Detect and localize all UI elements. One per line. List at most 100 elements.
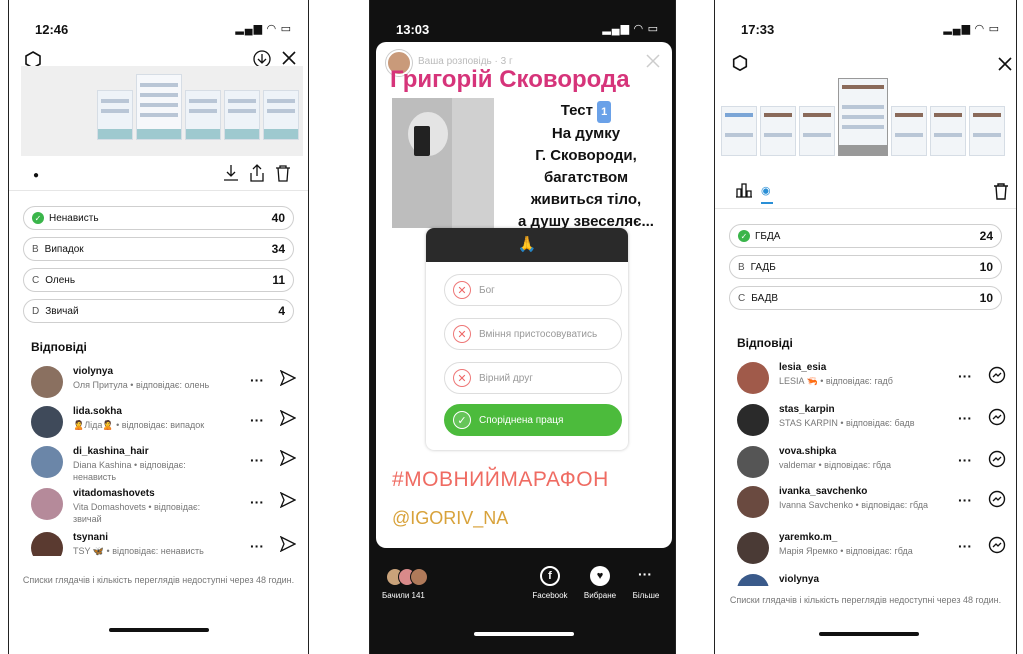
- story-thumbnail[interactable]: [760, 106, 796, 156]
- poll-option-c: C БАДВ 10: [729, 286, 1002, 310]
- response-username[interactable]: yaremko.m_: [779, 532, 837, 543]
- story-thumbnail-selected[interactable]: [136, 74, 182, 140]
- response-username[interactable]: vova.shipka: [779, 446, 836, 457]
- response-username[interactable]: ivanka_savchenko: [779, 486, 867, 497]
- avatar[interactable]: [737, 574, 769, 586]
- share-icon[interactable]: [249, 164, 265, 182]
- check-icon: ✓: [738, 230, 750, 242]
- story-thumbnail[interactable]: [891, 106, 927, 156]
- home-indicator[interactable]: [819, 632, 919, 636]
- more-icon[interactable]: ···: [958, 452, 972, 468]
- wrong-icon: ✕: [453, 369, 471, 387]
- more-icon[interactable]: ···: [638, 566, 652, 582]
- facebook-icon[interactable]: f: [540, 566, 560, 586]
- more-label[interactable]: Більше: [626, 591, 666, 600]
- mention-sticker[interactable]: @IGORIV_NA: [392, 508, 508, 529]
- story-thumbnail[interactable]: [930, 106, 966, 156]
- response-row[interactable]: lesia_esia LESIA 🦐 • відповідає: гадб ···: [729, 362, 1006, 408]
- story-thumbnail[interactable]: [97, 90, 133, 140]
- response-row[interactable]: yaremko.m_ Марія Яремко • відповідає: гбд…: [729, 532, 1006, 578]
- more-icon[interactable]: ···: [958, 410, 972, 426]
- avatar[interactable]: [31, 532, 63, 556]
- heart-icon[interactable]: ♥: [590, 566, 610, 586]
- messenger-icon[interactable]: [988, 490, 1006, 508]
- avatar[interactable]: [31, 366, 63, 398]
- more-icon[interactable]: ···: [250, 372, 264, 388]
- quiz-option[interactable]: ✕ Вміння пристосовуватись: [444, 318, 622, 350]
- more-icon[interactable]: ···: [250, 538, 264, 554]
- option-label: Олень: [45, 274, 76, 286]
- avatar[interactable]: [31, 406, 63, 438]
- response-row[interactable]: tsynani TSY 🦋 • відповідає: ненависть ···: [23, 532, 298, 556]
- story-thumbnail[interactable]: [721, 106, 757, 156]
- story-insights-panel-3: 17:33 ▂▄▆ ◠ ▭ ◉ ✓ ГБДА 24 B ГАДБ 10 C БАДВ 10 …: [714, 0, 1017, 654]
- story-thumbnail[interactable]: [799, 106, 835, 156]
- story-thumbnail[interactable]: [224, 90, 260, 140]
- response-username[interactable]: lida.sokha: [73, 406, 122, 417]
- response-username[interactable]: stas_karpin: [779, 404, 835, 415]
- response-row[interactable]: violynya: [729, 574, 1006, 586]
- response-username[interactable]: violynya: [779, 574, 819, 585]
- response-detail: Оля Притула • відповідає: олень: [73, 380, 210, 390]
- avatar[interactable]: [31, 446, 63, 478]
- messenger-icon[interactable]: [988, 366, 1006, 384]
- quiz-option[interactable]: ✕ Вірний друг: [444, 362, 622, 394]
- story-thumbnail-selected[interactable]: [838, 78, 888, 156]
- messenger-icon[interactable]: [988, 450, 1006, 468]
- eye-icon[interactable]: ◉: [761, 184, 771, 197]
- response-row[interactable]: stas_karpin STAS KARPIN • відповідає: бад…: [729, 404, 1006, 450]
- more-icon[interactable]: ···: [250, 494, 264, 510]
- send-icon[interactable]: [279, 535, 298, 554]
- story-thumbnail[interactable]: [185, 90, 221, 140]
- more-icon[interactable]: ···: [958, 492, 972, 508]
- home-indicator[interactable]: [109, 628, 209, 632]
- download-icon[interactable]: [223, 164, 239, 182]
- send-icon[interactable]: [279, 491, 298, 510]
- settings-icon[interactable]: [731, 54, 749, 72]
- messenger-icon[interactable]: [988, 536, 1006, 554]
- story-thumbnail[interactable]: [263, 90, 299, 140]
- more-icon[interactable]: ···: [958, 368, 972, 384]
- option-label: ГБДА: [755, 230, 781, 242]
- send-icon[interactable]: [279, 409, 298, 428]
- avatar[interactable]: [737, 532, 769, 564]
- favorites-label[interactable]: Вибране: [580, 591, 620, 600]
- avatar[interactable]: [737, 362, 769, 394]
- viewers-count[interactable]: Бачили 141: [382, 591, 425, 600]
- response-username[interactable]: di_kashina_hair: [73, 446, 149, 457]
- avatar[interactable]: [737, 404, 769, 436]
- story-title: Григорій Сковорода: [390, 66, 630, 93]
- response-username[interactable]: vitadomashovets: [73, 488, 155, 499]
- option-count: 4: [278, 304, 285, 318]
- avatar[interactable]: [31, 488, 63, 520]
- eye-icon[interactable]: ●: [33, 170, 39, 181]
- response-username[interactable]: violynya: [73, 366, 113, 377]
- response-row[interactable]: di_kashina_hair Diana Kashina • відповіда…: [23, 446, 298, 492]
- close-icon[interactable]: [281, 50, 297, 66]
- send-icon[interactable]: [279, 449, 298, 468]
- more-icon[interactable]: ···: [250, 452, 264, 468]
- more-icon[interactable]: ···: [250, 412, 264, 428]
- option-count: 11: [272, 273, 285, 287]
- bar-chart-icon[interactable]: [735, 182, 753, 198]
- avatar[interactable]: [737, 446, 769, 478]
- hashtag-sticker[interactable]: #МОВНИЙМАРАФОН: [392, 468, 609, 492]
- quiz-option[interactable]: ✕ Бог: [444, 274, 622, 306]
- response-row[interactable]: vitadomashovets Vita Domashovets • відпов…: [23, 488, 298, 534]
- send-icon[interactable]: [279, 369, 298, 388]
- viewer-avatars[interactable]: [386, 568, 434, 586]
- story-thumbnail[interactable]: [969, 106, 1005, 156]
- response-username[interactable]: lesia_esia: [779, 362, 826, 373]
- home-indicator[interactable]: [474, 632, 574, 636]
- close-icon[interactable]: [646, 54, 660, 68]
- avatar[interactable]: [737, 486, 769, 518]
- trash-icon[interactable]: [275, 164, 291, 182]
- response-row[interactable]: ivanka_savchenko Ivanna Savchenko • відпо…: [729, 486, 1006, 532]
- close-icon[interactable]: [997, 56, 1013, 72]
- more-icon[interactable]: ···: [958, 538, 972, 554]
- facebook-label[interactable]: Facebook: [530, 591, 570, 600]
- messenger-icon[interactable]: [988, 408, 1006, 426]
- quiz-option-correct[interactable]: ✓ Споріднена праця: [444, 404, 622, 436]
- response-username[interactable]: tsynani: [73, 532, 108, 543]
- trash-icon[interactable]: [993, 182, 1009, 200]
